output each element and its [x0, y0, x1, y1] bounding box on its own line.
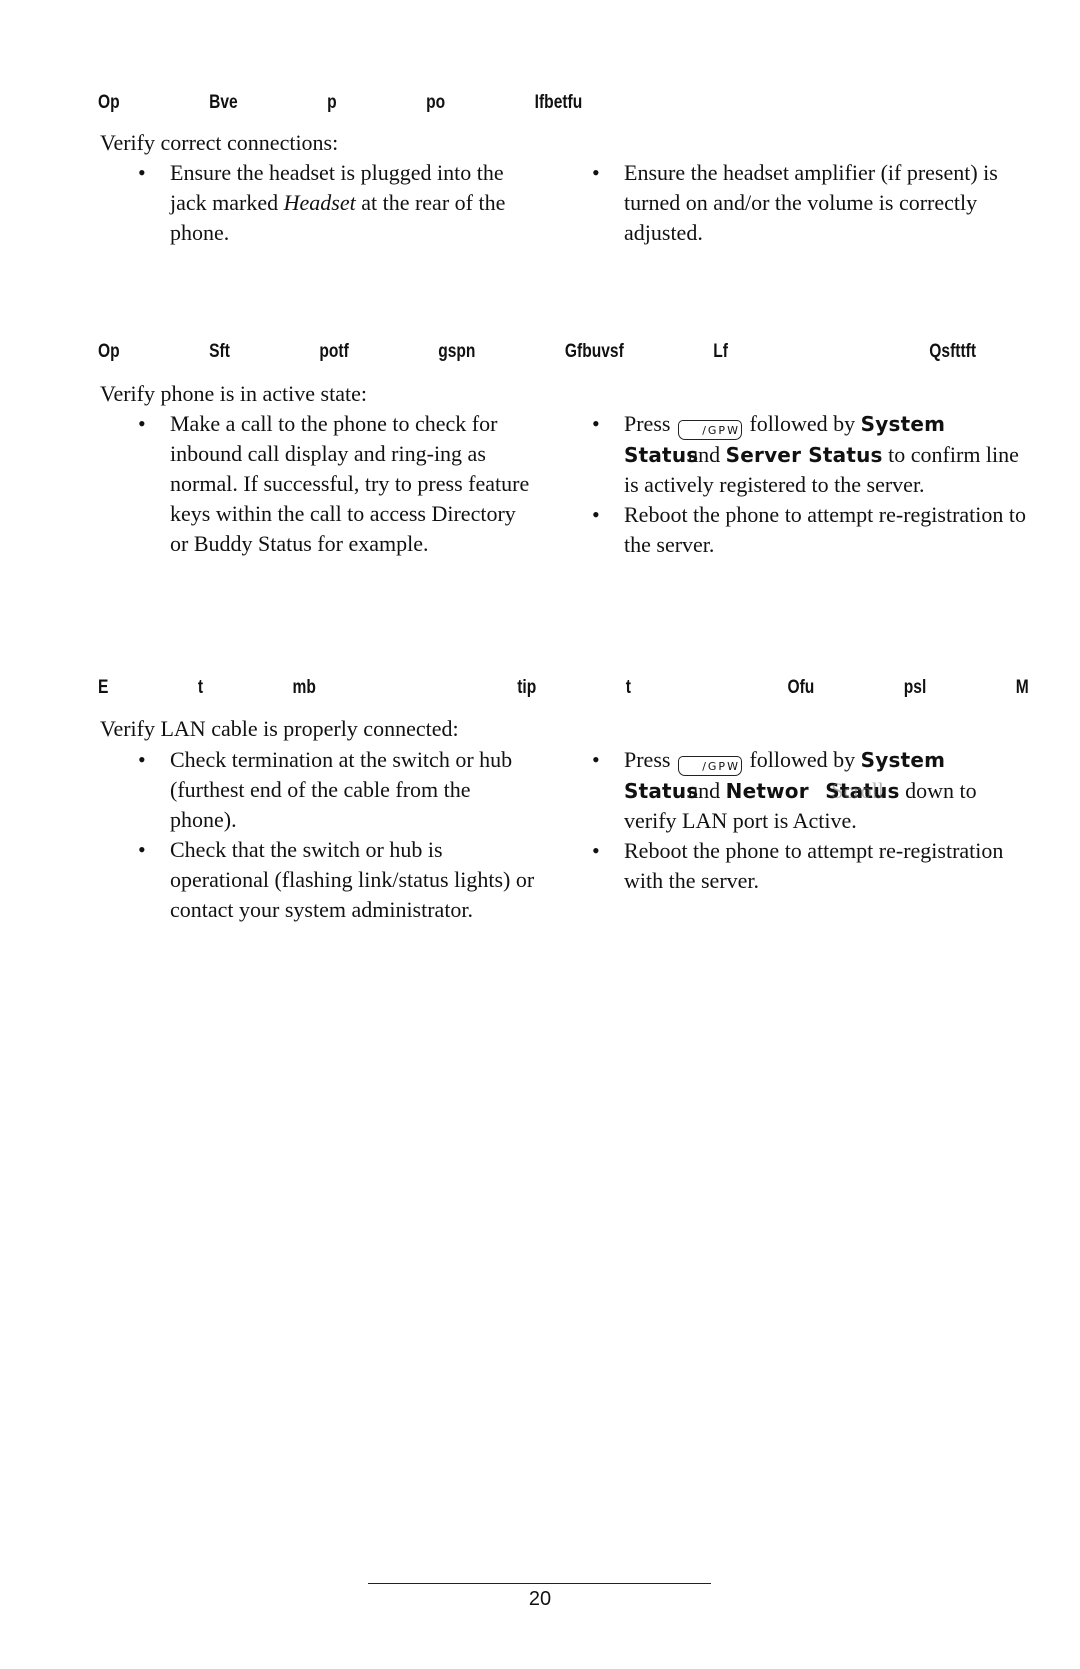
scroll-ghost-text: Scroll [831, 778, 884, 803]
bullet-icon: • [592, 502, 600, 527]
page-number: 20 [528, 1588, 552, 1610]
bullet-item: • Make a call to the phone to check for … [138, 411, 530, 556]
footer-divider [368, 1583, 711, 1584]
left-column: • Ensure the headset is plugged into the… [138, 158, 538, 248]
menu-key-icon: /GPW [677, 420, 742, 440]
server-status-label: Server Status [725, 443, 883, 467]
bullet-item: • Check that the switch or hub is operat… [138, 837, 535, 922]
bullet-icon: • [592, 838, 600, 863]
bullet-item: • Reboot the phone to attempt re-registr… [592, 502, 1027, 557]
bullet-icon: • [138, 837, 146, 862]
network-status-label: Status Scroll [825, 776, 899, 806]
bullet-item: • Press /GPW followed by System Statusan… [592, 747, 977, 833]
section-intro: Verify phone is in active state: [100, 381, 367, 406]
bullet-item: • Press /GPW followed by System Statusan… [592, 411, 1019, 497]
section-intro: Verify LAN cable is properly connected: [100, 716, 459, 741]
bullet-item: • Ensure the headset amplifier (if prese… [592, 160, 998, 245]
bullet-icon: • [592, 411, 600, 436]
bullet-item: • Check termination at the switch or hub… [138, 747, 513, 832]
menu-key-icon: /GPW [677, 756, 742, 776]
bullet-icon: • [138, 411, 146, 436]
bullet-icon: • [592, 160, 600, 185]
section-heading-no-response-feature-keys: Op Sft potf gspn Gfbuvsf Lf Qsfttft [98, 341, 977, 362]
bullet-icon: • [138, 747, 146, 772]
bullet-item: • Ensure the headset is plugged into the… [138, 160, 506, 245]
section-heading-lan-network-down: E t mb tip t Ofu psl M ol t Ep o [98, 677, 1029, 698]
headset-jack-label: Headset [283, 190, 356, 215]
left-column: • Make a call to the phone to check for … [138, 409, 538, 559]
manual-page: Op Bve p po Ifbetfu Verify correct conne… [0, 0, 1080, 1669]
left-column: • Check termination at the switch or hub… [138, 745, 538, 925]
bullet-item: • Reboot the phone to attempt re-registr… [592, 838, 1004, 893]
right-column: • Ensure the headset amplifier (if prese… [592, 158, 1032, 248]
right-column: • Press /GPW followed by System Statusan… [592, 745, 1032, 896]
bullet-icon: • [592, 747, 600, 772]
bullet-icon: • [138, 160, 146, 185]
network-label: Networ [725, 779, 809, 803]
section-heading-no-audio-headset: Op Bve p po Ifbetfu [98, 92, 583, 113]
right-column: • Press /GPW followed by System Statusan… [592, 409, 1032, 560]
section-intro: Verify correct connections: [100, 130, 339, 155]
